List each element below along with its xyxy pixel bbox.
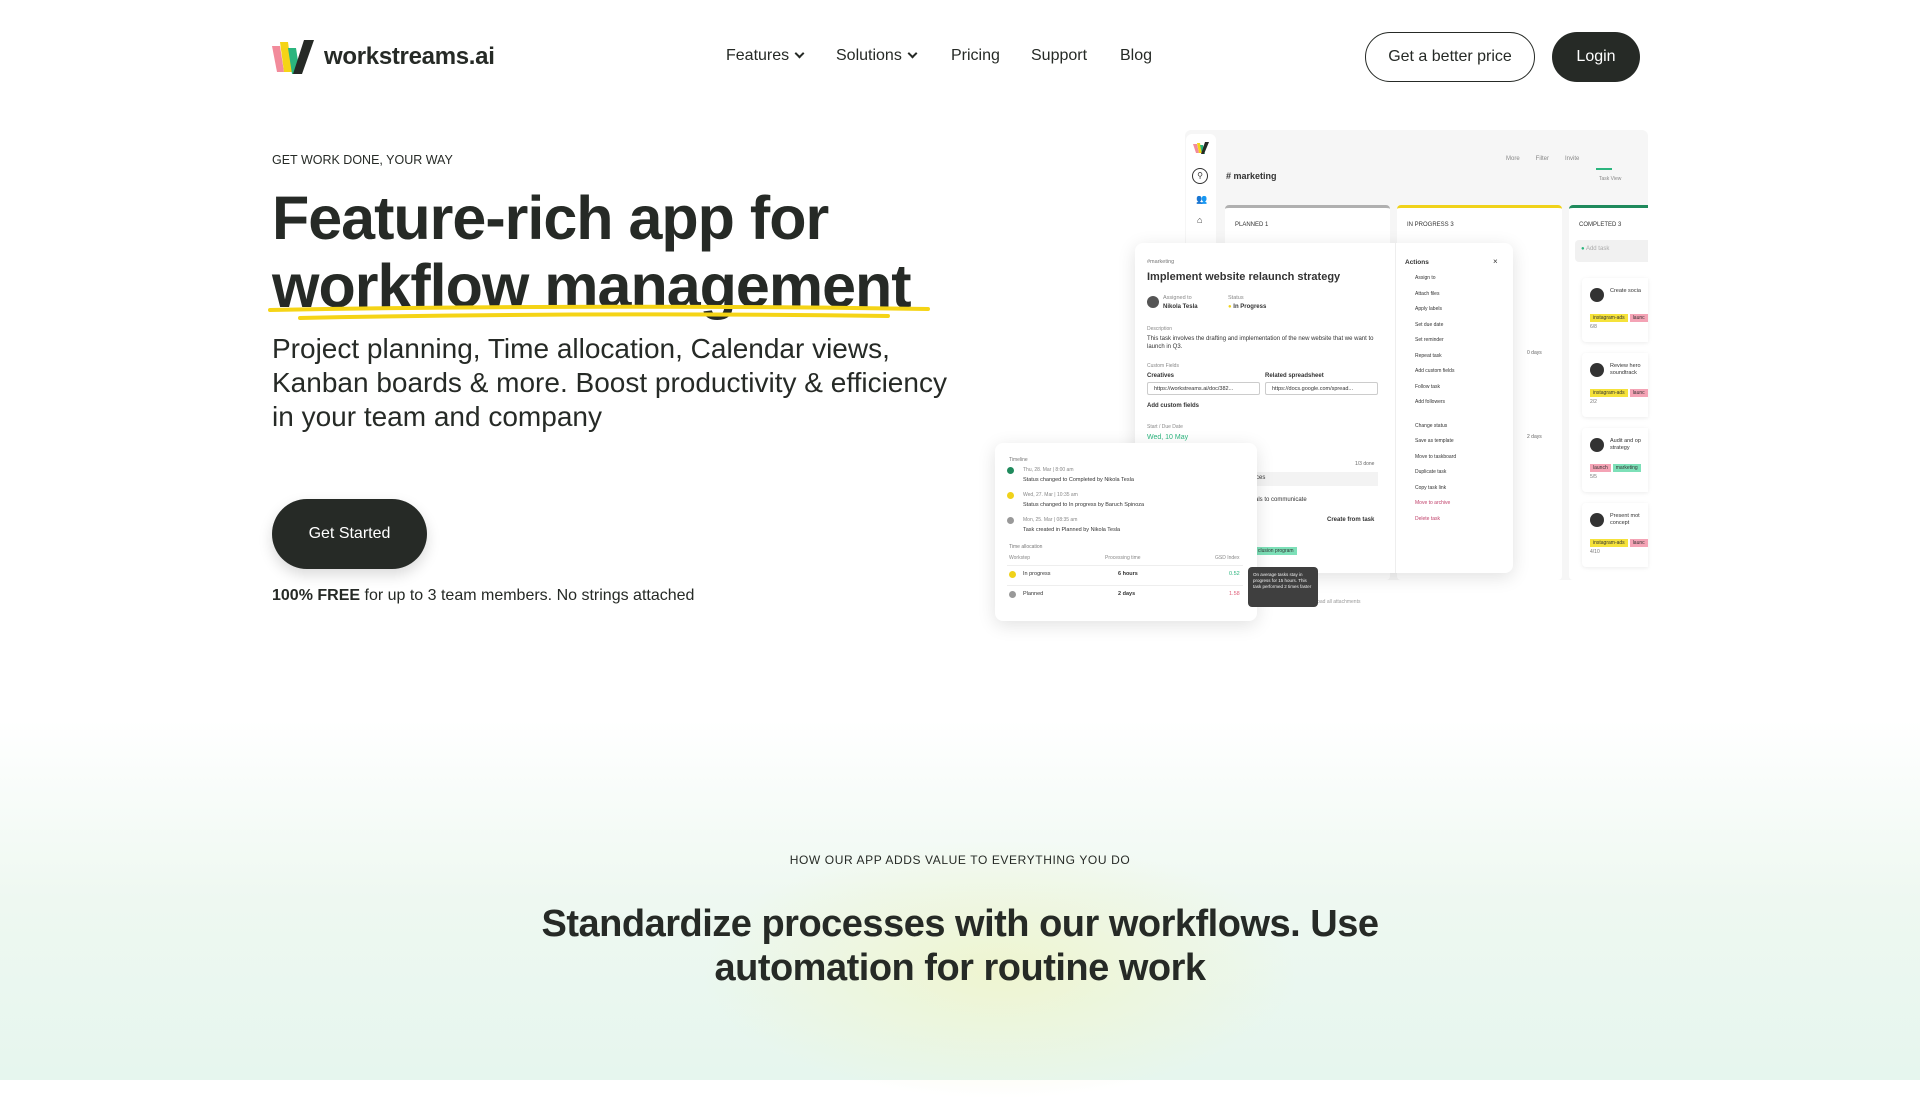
task-card[interactable]: Review hero soundtrack instagram-ads launc… [1582, 353, 1648, 417]
logo-mark-icon [1193, 142, 1209, 154]
get-better-price-button[interactable]: Get a better price [1365, 32, 1535, 82]
action-item[interactable]: Assign to [1415, 275, 1436, 281]
tooltip: On average tasks stay in progress for 15… [1248, 567, 1318, 607]
add-custom-fields-button[interactable]: Add custom fields [1147, 403, 1199, 409]
nav-solutions[interactable]: Solutions [836, 47, 918, 65]
timeline-dot [1007, 517, 1014, 524]
invite-button[interactable]: Invite [1565, 156, 1579, 162]
tag: instagram-ads [1590, 389, 1628, 397]
tag: marketing [1612, 464, 1641, 472]
event-date: Mon, 25. Mar | 08:35 am [1023, 517, 1078, 523]
action-item[interactable]: Change status [1415, 423, 1447, 429]
action-item[interactable]: Duplicate task [1415, 469, 1446, 475]
create-from-task-button[interactable]: Create from task [1327, 517, 1374, 523]
event-text: Status changed to Completed by Nikola Te… [1023, 477, 1134, 483]
action-item[interactable]: Move to taskboard [1415, 454, 1456, 460]
action-item[interactable]: Attach files [1415, 291, 1439, 297]
action-item[interactable]: Copy task link [1415, 485, 1446, 491]
get-started-button[interactable]: Get Started [272, 499, 427, 569]
logo[interactable]: workstreams.ai [272, 38, 495, 76]
tag: launc [1629, 539, 1648, 547]
action-item[interactable]: Move to archive [1415, 500, 1450, 506]
processing-time-dropdown[interactable]: 2 days [1118, 591, 1135, 597]
event-text: Status changed to In progress by Baruch … [1023, 502, 1145, 508]
action-item[interactable]: Set reminder [1415, 337, 1444, 343]
task-view-tab[interactable] [1596, 168, 1612, 170]
event-text: Task created in Planned by Nikola Tesla [1023, 527, 1121, 533]
more-button[interactable]: More [1506, 156, 1520, 162]
task-title: Implement website relaunch strategy [1147, 271, 1341, 283]
add-task-button[interactable]: ● Add task [1575, 240, 1648, 262]
event-date: Thu, 28. Mar | 8:00 am [1023, 467, 1074, 473]
avatar [1147, 296, 1159, 308]
chevron-down-icon [794, 48, 805, 59]
nav-pricing[interactable]: Pricing [951, 47, 1000, 65]
label-tag: clusion program [1255, 547, 1297, 555]
status-dot [1009, 591, 1016, 598]
task-card[interactable]: Create socia instagram-ads launc 6/8 [1582, 278, 1648, 342]
timeline-dot [1007, 492, 1014, 499]
section-title: Standardize processes with our workflows… [541, 903, 1379, 989]
action-item[interactable]: Add custom fields [1415, 368, 1454, 374]
action-item[interactable]: Save as template [1415, 438, 1454, 444]
assignee-dropdown[interactable]: Nikola Tesla [1163, 304, 1198, 310]
tag: launc [1629, 314, 1648, 322]
free-note: 100% FREE for up to 3 team members. No s… [272, 587, 695, 604]
hero-title: Feature-rich app for workflow management [272, 184, 912, 320]
task-card[interactable]: Audit and op strategy launch marketing 5/5 [1582, 428, 1648, 492]
value-section [0, 720, 1920, 1100]
avatar [1590, 288, 1604, 302]
nav-blog[interactable]: Blog [1120, 47, 1152, 65]
tag: instagram-ads [1590, 314, 1628, 322]
search-icon[interactable]: ⚲ [1192, 168, 1208, 184]
avatar [1590, 438, 1604, 452]
creatives-field[interactable]: https://workstreams.ai/doc/382... [1147, 382, 1260, 395]
action-item[interactable]: Add followers [1415, 399, 1445, 405]
nav-support[interactable]: Support [1031, 47, 1087, 65]
task-card[interactable]: Present mot concept instagram-ads launc 4/1… [1582, 503, 1648, 567]
close-icon[interactable]: × [1493, 257, 1498, 266]
workstep: Planned [1023, 591, 1044, 597]
login-button[interactable]: Login [1552, 32, 1640, 82]
nav-features[interactable]: Features [726, 47, 805, 65]
gsd-index: 1.58 [1229, 591, 1240, 597]
tag: instagram-ads [1590, 539, 1628, 547]
chevron-down-icon [907, 48, 918, 59]
status-dropdown[interactable]: ● In Progress [1228, 304, 1266, 310]
hero-eyebrow: GET WORK DONE, YOUR WAY [272, 153, 453, 167]
channel-title: # marketing [1226, 171, 1277, 181]
timeline-dot [1007, 467, 1014, 474]
action-item[interactable]: Repeat task [1415, 353, 1442, 359]
workstep: In progress [1023, 571, 1051, 577]
action-item[interactable]: Apply labels [1415, 306, 1442, 312]
spreadsheet-field[interactable]: https://docs.google.com/spread... [1265, 382, 1378, 395]
team-icon[interactable]: 👥 [1196, 194, 1207, 205]
section-eyebrow: HOW OUR APP ADDS VALUE TO EVERYTHING YOU… [789, 853, 1131, 867]
gsd-index: 0.52 [1229, 571, 1240, 577]
logo-text: workstreams.ai [324, 43, 495, 70]
logo-mark-icon [272, 40, 314, 74]
home-icon[interactable]: ⌂ [1197, 215, 1205, 225]
yellow-underline-icon [268, 304, 930, 320]
board-toolbar: More Filter Invite [1506, 156, 1579, 162]
hero-subtitle: Project planning, Time allocation, Calen… [272, 333, 947, 432]
status-dot [1009, 571, 1016, 578]
avatar [1590, 513, 1604, 527]
avatar [1590, 363, 1604, 377]
event-date: Wed, 27. Mar | 10:35 am [1023, 492, 1078, 498]
action-item[interactable]: Follow task [1415, 384, 1440, 390]
action-item[interactable]: Set due date [1415, 322, 1443, 328]
processing-time-dropdown[interactable]: 6 hours [1118, 571, 1138, 577]
timeline-card: Timeline Thu, 28. Mar | 8:00 am Status ch… [995, 443, 1257, 621]
task-view-label: Task View [1599, 176, 1622, 182]
action-item[interactable]: Delete task [1415, 516, 1440, 522]
tag: launc [1629, 389, 1648, 397]
filter-button[interactable]: Filter [1536, 156, 1549, 162]
tag: launch [1590, 464, 1611, 472]
